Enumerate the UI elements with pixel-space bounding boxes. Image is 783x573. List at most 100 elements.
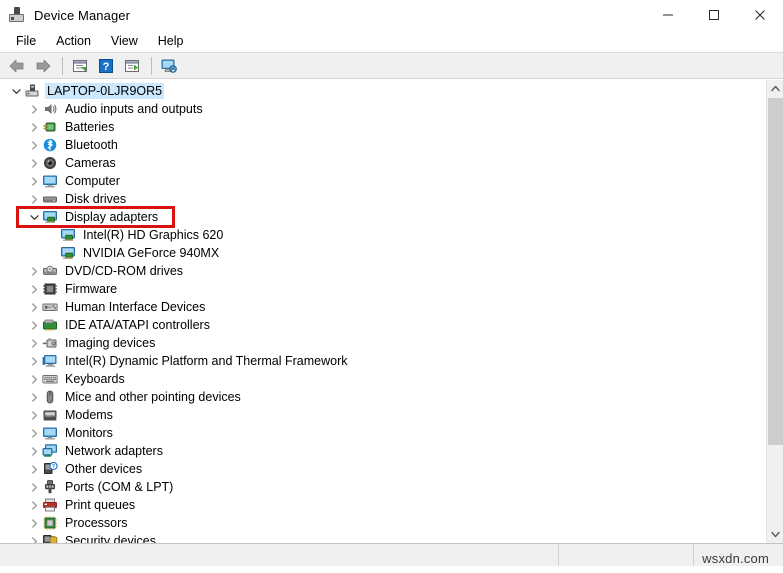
tree-item-label: Print queues — [65, 498, 136, 512]
tree-item-keyboards[interactable]: Keyboards — [0, 370, 755, 388]
tree-item-security-devices[interactable]: Security devices — [0, 532, 755, 543]
tree-item-ide-ata-atapi-controllers[interactable]: IDE ATA/ATAPI controllers — [0, 316, 755, 334]
tree-item-cameras[interactable]: Cameras — [0, 154, 755, 172]
chevron-right-icon[interactable] — [26, 191, 42, 207]
firmware-icon — [42, 281, 58, 297]
tree-item-imaging-devices[interactable]: Imaging devices — [0, 334, 755, 352]
tree-item-nvidia-geforce-940mx[interactable]: NVIDIA GeForce 940MX — [0, 244, 755, 262]
network-adapter-icon — [42, 443, 58, 459]
tree-item-label: Modems — [65, 408, 113, 422]
tree-item-label: Human Interface Devices — [65, 300, 206, 314]
chevron-right-icon[interactable] — [26, 515, 42, 531]
chevron-right-icon[interactable] — [26, 479, 42, 495]
tree-item-other-devices[interactable]: ? Other devices — [0, 460, 755, 478]
chevron-right-icon[interactable] — [26, 425, 42, 441]
menu-help[interactable]: Help — [148, 33, 194, 50]
tree-item-label: Imaging devices — [65, 336, 156, 350]
thermal-framework-icon — [42, 353, 58, 369]
tree-item-ports-com-lpt[interactable]: Ports (COM & LPT) — [0, 478, 755, 496]
device-tree-panel[interactable]: LAPTOP-0LJR9OR5 Audio inputs and outputs B… — [0, 80, 783, 543]
scroll-up-arrow[interactable] — [767, 80, 783, 97]
monitor-icon — [42, 425, 58, 441]
tree-item-computer[interactable]: Computer — [0, 172, 755, 190]
tree-item-audio-inputs-and-outputs[interactable]: Audio inputs and outputs — [0, 100, 755, 118]
tree-item-label: LAPTOP-0LJR9OR5 — [45, 83, 165, 99]
tree-item-modems[interactable]: Modems — [0, 406, 755, 424]
chevron-right-icon[interactable] — [26, 299, 42, 315]
hid-icon — [42, 299, 58, 315]
no-chevron — [44, 245, 60, 261]
tree-item-intel-r-hd-graphics-620[interactable]: Intel(R) HD Graphics 620 — [0, 226, 755, 244]
tree-item-label: Bluetooth — [65, 138, 118, 152]
device-manager-window: Device Manager File Action View Help ? L… — [0, 0, 783, 573]
help-button[interactable]: ? — [94, 55, 118, 77]
chevron-right-icon[interactable] — [26, 389, 42, 405]
chevron-right-icon[interactable] — [26, 317, 42, 333]
chevron-right-icon[interactable] — [26, 173, 42, 189]
chevron-right-icon[interactable] — [26, 119, 42, 135]
tree-item-disk-drives[interactable]: Disk drives — [0, 190, 755, 208]
menu-bar: File Action View Help — [0, 30, 783, 52]
scroll-thumb[interactable] — [768, 98, 783, 445]
chevron-right-icon[interactable] — [26, 353, 42, 369]
show-hidden-devices-button[interactable] — [120, 55, 144, 77]
tree-item-human-interface-devices[interactable]: Human Interface Devices — [0, 298, 755, 316]
tree-item-batteries[interactable]: Batteries — [0, 118, 755, 136]
menu-view[interactable]: View — [101, 33, 148, 50]
svg-text:?: ? — [52, 464, 55, 470]
chevron-right-icon[interactable] — [26, 461, 42, 477]
tree-item-monitors[interactable]: Monitors — [0, 424, 755, 442]
tree-item-label: Network adapters — [65, 444, 163, 458]
tree-item-display-adapters[interactable]: Display adapters — [0, 208, 755, 226]
tree-item-firmware[interactable]: Firmware — [0, 280, 755, 298]
properties-button[interactable] — [68, 55, 92, 77]
chevron-down-icon[interactable] — [8, 83, 24, 99]
tree-item-intel-r-dynamic-platform-and-thermal-framework[interactable]: Intel(R) Dynamic Platform and Thermal Fr… — [0, 352, 755, 370]
chevron-down-icon[interactable] — [26, 209, 42, 225]
scan-hardware-changes-button[interactable] — [157, 55, 181, 77]
chevron-right-icon[interactable] — [26, 101, 42, 117]
chevron-right-icon[interactable] — [26, 335, 42, 351]
tree-item-dvd-cd-rom-drives[interactable]: DVD/CD-ROM drives — [0, 262, 755, 280]
chevron-right-icon[interactable] — [26, 155, 42, 171]
chevron-right-icon[interactable] — [26, 137, 42, 153]
tree-item-label: Cameras — [65, 156, 116, 170]
chevron-right-icon[interactable] — [26, 443, 42, 459]
window-bottom-strip — [0, 566, 783, 573]
forward-button[interactable] — [31, 55, 55, 77]
chevron-right-icon[interactable] — [26, 533, 42, 543]
close-button[interactable] — [737, 0, 783, 30]
maximize-button[interactable] — [691, 0, 737, 30]
vertical-scrollbar[interactable] — [766, 80, 783, 543]
chevron-right-icon[interactable] — [26, 281, 42, 297]
speaker-icon — [42, 101, 58, 117]
tree-item-mice-and-other-pointing-devices[interactable]: Mice and other pointing devices — [0, 388, 755, 406]
monitor-icon — [42, 173, 58, 189]
tree-item-label: Display adapters — [65, 210, 159, 224]
tree-item-label: Monitors — [65, 426, 113, 440]
tree-item-processors[interactable]: Processors — [0, 514, 755, 532]
tree-item-network-adapters[interactable]: Network adapters — [0, 442, 755, 460]
chevron-right-icon[interactable] — [26, 263, 42, 279]
computer-root-icon — [24, 83, 40, 99]
port-icon — [42, 479, 58, 495]
back-button[interactable] — [5, 55, 29, 77]
display-adapter-icon — [60, 227, 76, 243]
scroll-down-arrow[interactable] — [767, 526, 783, 543]
tree-item-label: IDE ATA/ATAPI controllers — [65, 318, 210, 332]
dvd-drive-icon — [42, 263, 58, 279]
chevron-right-icon[interactable] — [26, 407, 42, 423]
chevron-right-icon[interactable] — [26, 371, 42, 387]
tree-item-root[interactable]: LAPTOP-0LJR9OR5 — [0, 82, 755, 100]
tree-item-bluetooth[interactable]: Bluetooth — [0, 136, 755, 154]
svg-text:?: ? — [103, 61, 110, 73]
mouse-icon — [42, 389, 58, 405]
tree-item-print-queues[interactable]: Print queues — [0, 496, 755, 514]
menu-action[interactable]: Action — [46, 33, 101, 50]
minimize-button[interactable] — [645, 0, 691, 30]
printer-icon — [42, 497, 58, 513]
chevron-right-icon[interactable] — [26, 497, 42, 513]
tree-item-label: Keyboards — [65, 372, 125, 386]
menu-file[interactable]: File — [6, 33, 46, 50]
tree-item-label: Other devices — [65, 462, 143, 476]
